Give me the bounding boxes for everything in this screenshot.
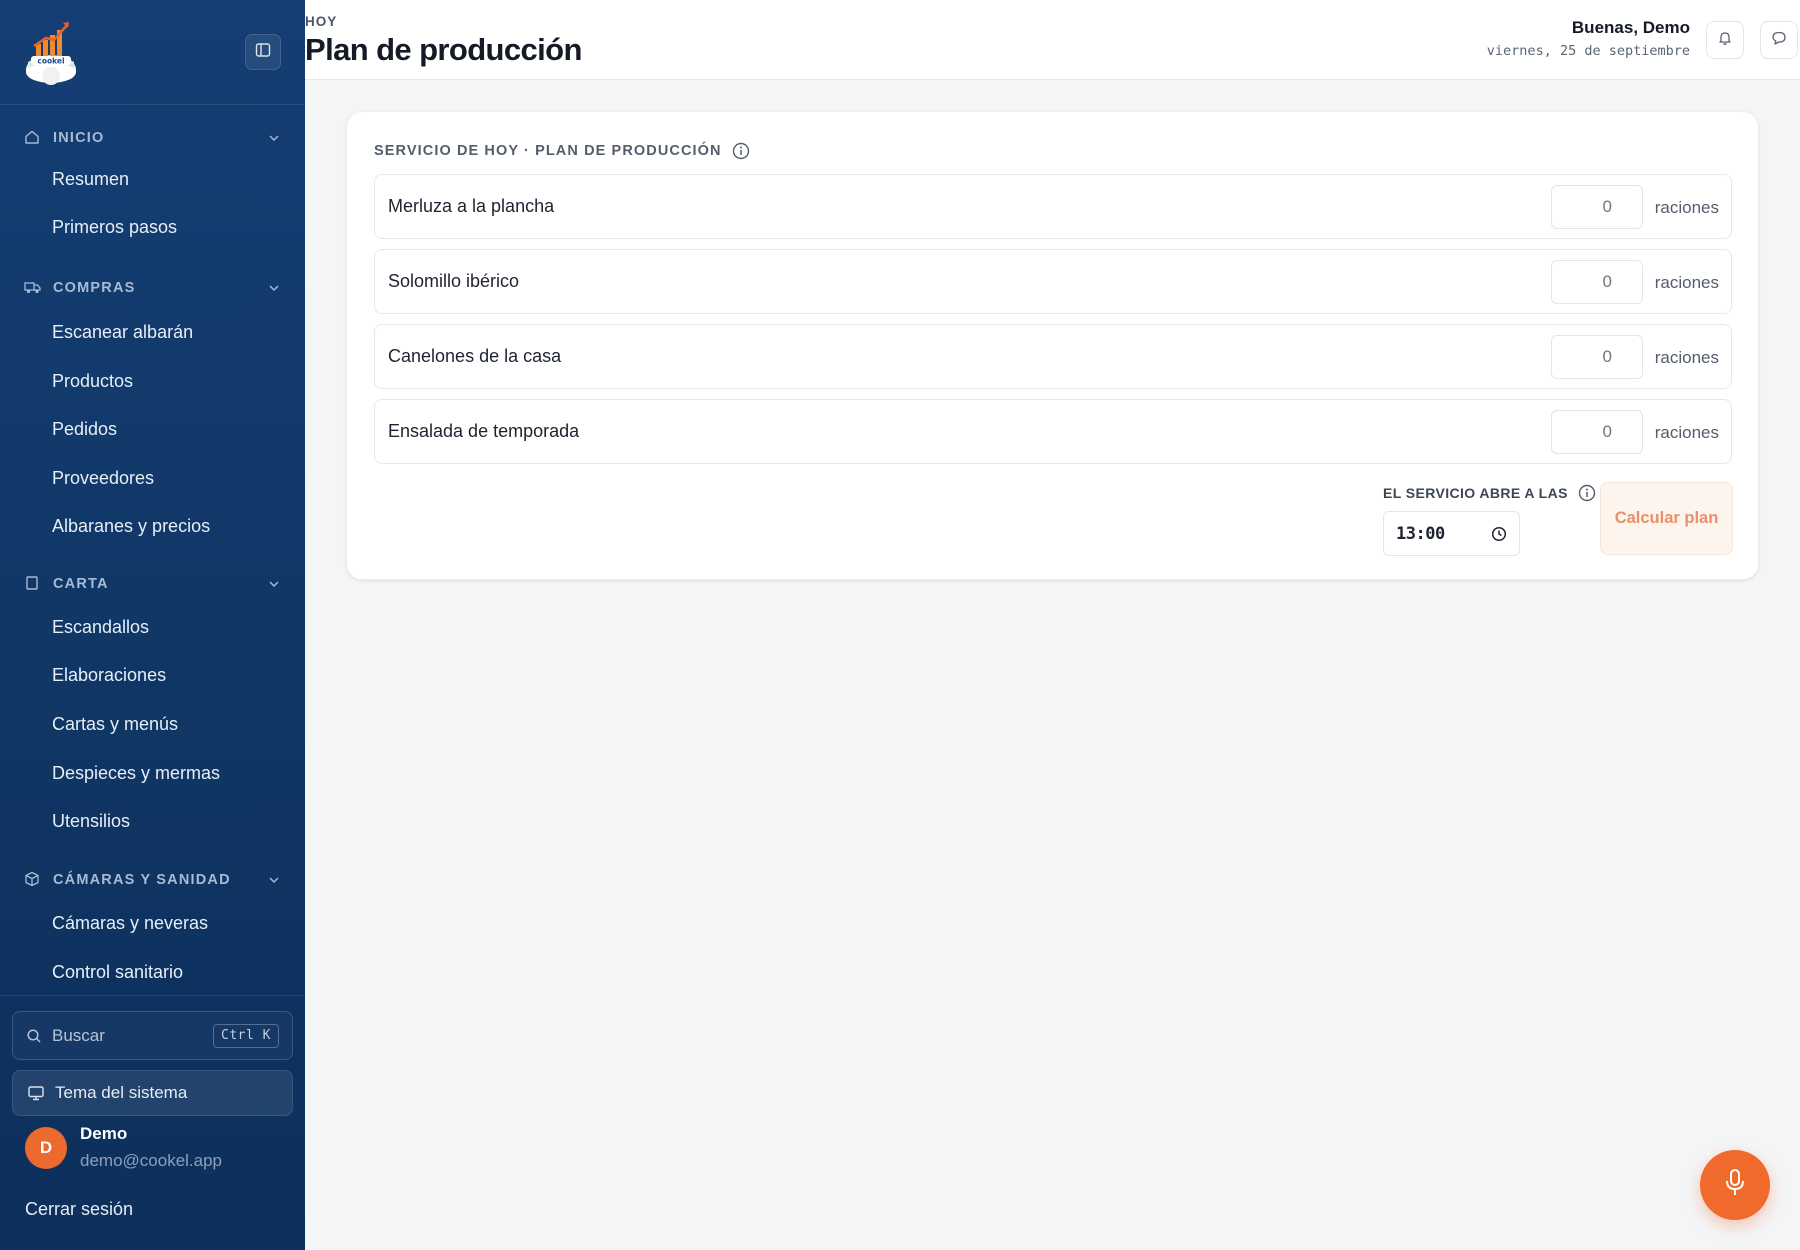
sidebar-item-escandallos[interactable]: Escandallos <box>52 612 149 642</box>
sidebar-item-productos[interactable]: Productos <box>52 366 133 396</box>
voice-assistant-button[interactable] <box>1700 1150 1770 1220</box>
search-icon <box>26 1028 42 1044</box>
sidebar-item-albaranes-y-precios[interactable]: Albaranes y precios <box>52 511 210 541</box>
theme-toggle-button[interactable]: Tema del sistema <box>12 1070 293 1116</box>
chevron-down-icon <box>267 281 281 295</box>
chevron-down-icon <box>267 131 281 145</box>
service-time-input[interactable]: 13:00 <box>1383 511 1520 556</box>
section-carta[interactable]: CARTA <box>24 572 281 596</box>
collapse-sidebar-button[interactable] <box>245 34 281 70</box>
dish-name: Solomillo ibérico <box>388 271 520 291</box>
production-plan-card: SERVICIO DE HOY · PLAN DE PRODUCCIÓN Mer… <box>346 111 1759 580</box>
section-label: INICIO <box>53 130 105 146</box>
section-label: CARTA <box>53 576 109 592</box>
dish-row: Solomillo ibérico raciones <box>374 249 1732 314</box>
page-title: Plan de producción <box>305 32 582 67</box>
chevron-down-icon <box>267 873 281 887</box>
logout-link[interactable]: Cerrar sesión <box>25 1199 133 1220</box>
logo-wordmark: cookel <box>37 57 64 66</box>
search-placeholder: Buscar <box>52 1025 105 1045</box>
info-icon[interactable] <box>732 142 750 160</box>
greeting: Buenas, Demo <box>1571 18 1690 37</box>
portions-unit: raciones <box>1654 423 1719 442</box>
home-icon <box>24 129 42 147</box>
service-open-label: EL SERVICIO ABRE A LAS <box>1383 484 1596 502</box>
user-name: Demo <box>80 1124 128 1143</box>
box-icon <box>24 871 42 889</box>
chevron-down-icon <box>267 577 281 591</box>
card-title-text: SERVICIO DE HOY · PLAN DE PRODUCCIÓN <box>374 143 722 159</box>
portions-unit: raciones <box>1654 348 1719 367</box>
dish-row: Ensalada de temporada raciones <box>374 399 1732 464</box>
card-title: SERVICIO DE HOY · PLAN DE PRODUCCIÓN <box>374 142 750 160</box>
sidebar-item-escanear-albaran[interactable]: Escanear albarán <box>52 317 193 347</box>
topbar: HOY Plan de producción Buenas, Demo vier… <box>305 0 1800 80</box>
section-inicio[interactable]: INICIO <box>24 126 281 150</box>
section-label: COMPRAS <box>53 280 136 296</box>
info-icon[interactable] <box>1578 484 1596 502</box>
sidebar-item-cartas-y-menus[interactable]: Cartas y menús <box>52 709 178 739</box>
sidebar-item-elaboraciones[interactable]: Elaboraciones <box>52 660 166 690</box>
sidebar-item-despieces-y-mermas[interactable]: Despieces y mermas <box>52 758 220 788</box>
sidebar-search[interactable]: Buscar Ctrl K <box>12 1011 293 1060</box>
dish-name: Canelones de la casa <box>388 346 562 366</box>
sidebar-item-utensilios[interactable]: Utensilios <box>52 806 130 836</box>
bell-icon <box>1717 30 1733 51</box>
dish-row: Merluza a la plancha raciones <box>374 174 1732 239</box>
section-compras[interactable]: COMPRAS <box>24 276 281 300</box>
dish-name: Ensalada de temporada <box>388 421 580 441</box>
book-icon <box>24 575 42 593</box>
shortcut-badge: Ctrl K <box>213 1023 279 1048</box>
sidebar-item-proveedores[interactable]: Proveedores <box>52 463 154 493</box>
theme-label: Tema del sistema <box>55 1083 188 1102</box>
sidebar-item-control-sanitario[interactable]: Control sanitario <box>52 957 183 987</box>
truck-icon <box>24 279 42 297</box>
service-time-value: 13:00 <box>1396 523 1445 544</box>
portions-input[interactable] <box>1551 410 1643 454</box>
chat-bubble-icon <box>1771 30 1787 51</box>
page-eyebrow: HOY <box>305 14 338 29</box>
portions-unit: raciones <box>1654 198 1719 217</box>
clock-icon[interactable] <box>1491 526 1507 542</box>
sidebar-item-camaras-y-neveras[interactable]: Cámaras y neveras <box>52 908 208 938</box>
section-camaras-y-sanidad[interactable]: CÁMARAS Y SANIDAD <box>24 868 281 892</box>
section-label: CÁMARAS Y SANIDAD <box>53 872 231 888</box>
cookel-logo[interactable]: cookel <box>22 18 80 86</box>
dish-name: Merluza a la plancha <box>388 196 555 216</box>
portions-input[interactable] <box>1551 335 1643 379</box>
dish-row: Canelones de la casa raciones <box>374 324 1732 389</box>
user-email: demo@cookel.app <box>80 1151 223 1170</box>
messages-button[interactable] <box>1760 21 1798 59</box>
sidebar-item-pedidos[interactable]: Pedidos <box>52 414 117 444</box>
notifications-button[interactable] <box>1706 21 1744 59</box>
current-date: viernes, 25 de septiembre <box>1486 43 1690 59</box>
portions-input[interactable] <box>1551 260 1643 304</box>
sidebar-item-primeros-pasos[interactable]: Primeros pasos <box>52 212 177 242</box>
avatar[interactable]: D <box>25 1127 67 1169</box>
sidebar: cookel INICIO Resumen Primeros pasos COM… <box>0 0 305 1250</box>
portions-unit: raciones <box>1654 273 1719 292</box>
service-open-label-text: EL SERVICIO ABRE A LAS <box>1383 485 1568 501</box>
microphone-icon <box>1722 1168 1748 1203</box>
sidebar-divider <box>0 104 305 105</box>
sidebar-item-resumen[interactable]: Resumen <box>52 164 129 194</box>
sidebar-toggle-icon <box>255 42 271 63</box>
calculate-plan-button[interactable]: Calcular plan <box>1600 482 1733 555</box>
sidebar-divider <box>0 995 305 996</box>
portions-input[interactable] <box>1551 185 1643 229</box>
monitor-icon <box>27 1084 45 1102</box>
